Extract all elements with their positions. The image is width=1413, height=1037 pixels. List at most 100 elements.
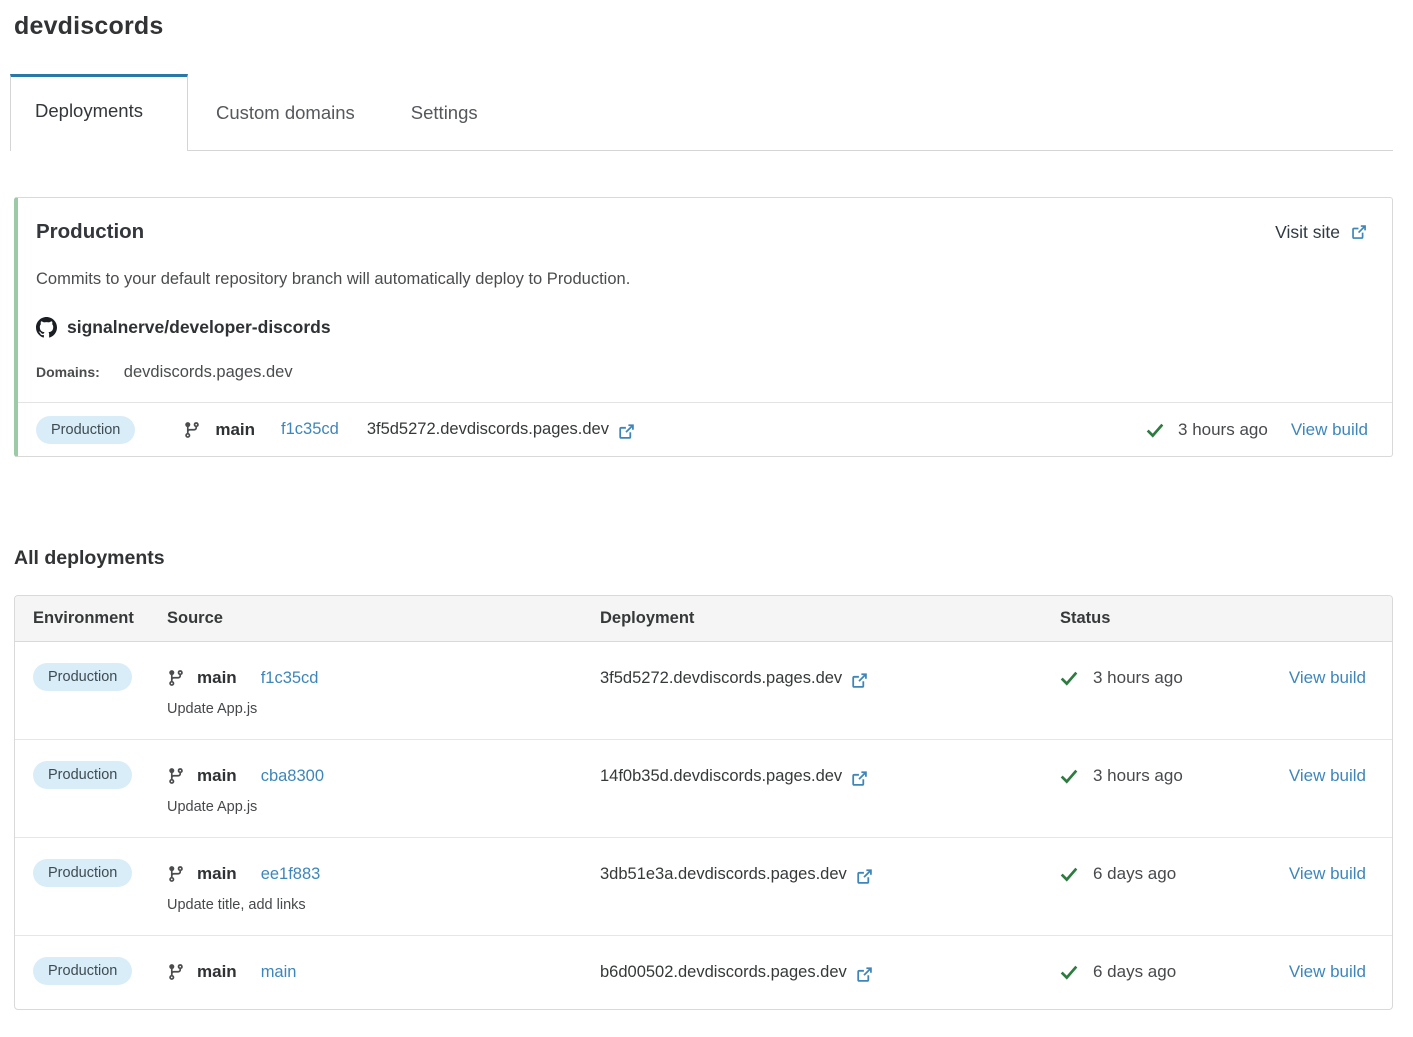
branch-name: main [197, 766, 237, 786]
actions-cell: View build [1250, 761, 1366, 815]
view-build-link[interactable]: View build [1289, 962, 1366, 982]
external-link-icon[interactable] [855, 965, 874, 984]
status-cell: 3 hours ago [1060, 761, 1250, 815]
external-link-icon[interactable] [855, 867, 874, 886]
deployment-cell: 14f0b35d.devdiscords.pages.dev [600, 761, 1060, 815]
check-icon [1060, 865, 1078, 883]
production-card-title: Production [36, 220, 144, 244]
column-header-status: Status [1060, 609, 1250, 628]
status-time: 3 hours ago [1178, 420, 1268, 440]
status-time: 3 hours ago [1093, 766, 1183, 786]
git-branch-icon [167, 865, 185, 883]
deployment-url: 3f5d5272.devdiscords.pages.dev [367, 420, 609, 439]
external-link-icon[interactable] [850, 769, 869, 788]
deployment-url: 14f0b35d.devdiscords.pages.dev [600, 767, 842, 786]
deployment-url: 3f5d5272.devdiscords.pages.dev [600, 669, 842, 688]
domains-line: Domains: devdiscords.pages.dev [36, 363, 1368, 382]
commit-message: Update App.js [167, 799, 600, 815]
actions-cell: View build [1250, 663, 1366, 717]
source-group: main f1c35cd [183, 420, 338, 440]
repo-line: signalnerve/developer-discords [36, 317, 1368, 338]
table-row: Production main f1c35cd Update App.js 3f… [15, 642, 1392, 740]
status-cell: 6 days ago [1060, 957, 1250, 987]
deployment-cell: b6d00502.devdiscords.pages.dev [600, 957, 1060, 987]
commit-link[interactable]: f1c35cd [261, 669, 319, 688]
environment-badge: Production [33, 761, 132, 789]
all-deployments-title: All deployments [14, 547, 1393, 570]
branch-name: main [197, 962, 237, 982]
commit-link[interactable]: f1c35cd [281, 420, 339, 439]
table-row: Production main main b6d00502.devdiscord… [15, 936, 1392, 1009]
tab-bar: Deployments Custom domains Settings [10, 74, 1393, 151]
git-branch-icon [167, 669, 185, 687]
tab-deployments[interactable]: Deployments [10, 74, 188, 151]
visit-site-link[interactable]: Visit site [1275, 222, 1368, 243]
column-header-deployment: Deployment [600, 609, 1060, 628]
commit-link[interactable]: main [261, 963, 297, 982]
status-group: 3 hours ago [1146, 420, 1268, 440]
environment-cell: Production [33, 859, 167, 913]
view-build-link[interactable]: View build [1289, 766, 1366, 786]
table-row: Production main ee1f883 Update title, ad… [15, 838, 1392, 936]
status-time: 6 days ago [1093, 962, 1176, 982]
page-title: devdiscords [14, 12, 1393, 41]
external-link-icon[interactable] [617, 422, 636, 441]
environment-badge: Production [33, 663, 132, 691]
source-cell: main main [167, 957, 600, 987]
branch-name: main [197, 864, 237, 884]
table-row: Production main cba8300 Update App.js 14… [15, 740, 1392, 838]
environment-cell: Production [33, 957, 167, 987]
git-branch-icon [183, 421, 201, 439]
domains-value: devdiscords.pages.dev [124, 363, 293, 382]
status-cell: 6 days ago [1060, 859, 1250, 913]
branch-name: main [215, 420, 255, 440]
column-header-source: Source [167, 609, 600, 628]
column-header-environment: Environment [33, 609, 167, 628]
commit-message: Update title, add links [167, 897, 600, 913]
status-time: 6 days ago [1093, 864, 1176, 884]
github-mark-icon [36, 317, 57, 338]
check-icon [1060, 669, 1078, 687]
tab-custom-domains[interactable]: Custom domains [188, 74, 383, 150]
source-cell: main ee1f883 Update title, add links [167, 859, 600, 913]
deployments-table: Environment Source Deployment Status Pro… [14, 595, 1393, 1010]
production-description: Commits to your default repository branc… [36, 270, 1368, 289]
external-link-icon [1350, 223, 1368, 241]
status-time: 3 hours ago [1093, 668, 1183, 688]
deployment-url: b6d00502.devdiscords.pages.dev [600, 963, 847, 982]
domains-label: Domains: [36, 364, 100, 380]
commit-link[interactable]: cba8300 [261, 767, 324, 786]
status-cell: 3 hours ago [1060, 663, 1250, 717]
pages-project-page: devdiscords Deployments Custom domains S… [0, 0, 1413, 1010]
repo-name: signalnerve/developer-discords [67, 317, 331, 338]
check-icon [1060, 963, 1078, 981]
production-card-body: Production Visit site Commits to your de… [18, 198, 1392, 402]
branch-name: main [197, 668, 237, 688]
check-icon [1146, 421, 1164, 439]
environment-badge: Production [33, 957, 132, 985]
environment-cell: Production [33, 663, 167, 717]
view-build-link[interactable]: View build [1291, 420, 1368, 440]
deployment-cell: 3f5d5272.devdiscords.pages.dev [600, 663, 1060, 717]
deployment-url: 3db51e3a.devdiscords.pages.dev [600, 865, 847, 884]
visit-site-label: Visit site [1275, 222, 1340, 243]
check-icon [1060, 767, 1078, 785]
view-build-link[interactable]: View build [1289, 668, 1366, 688]
deployment-cell: 3db51e3a.devdiscords.pages.dev [600, 859, 1060, 913]
view-build-link[interactable]: View build [1289, 864, 1366, 884]
actions-cell: View build [1250, 957, 1366, 987]
environment-badge: Production [33, 859, 132, 887]
source-cell: main f1c35cd Update App.js [167, 663, 600, 717]
git-branch-icon [167, 767, 185, 785]
table-header-row: Environment Source Deployment Status [15, 596, 1392, 642]
external-link-icon[interactable] [850, 671, 869, 690]
production-card: Production Visit site Commits to your de… [14, 197, 1393, 457]
git-branch-icon [167, 963, 185, 981]
commit-message: Update App.js [167, 701, 600, 717]
tab-settings[interactable]: Settings [383, 74, 506, 150]
environment-cell: Production [33, 761, 167, 815]
production-deployment-row: Production main f1c35cd 3f5d5272.devdisc… [18, 402, 1392, 456]
commit-link[interactable]: ee1f883 [261, 865, 321, 884]
environment-badge: Production [36, 416, 135, 444]
actions-cell: View build [1250, 859, 1366, 913]
